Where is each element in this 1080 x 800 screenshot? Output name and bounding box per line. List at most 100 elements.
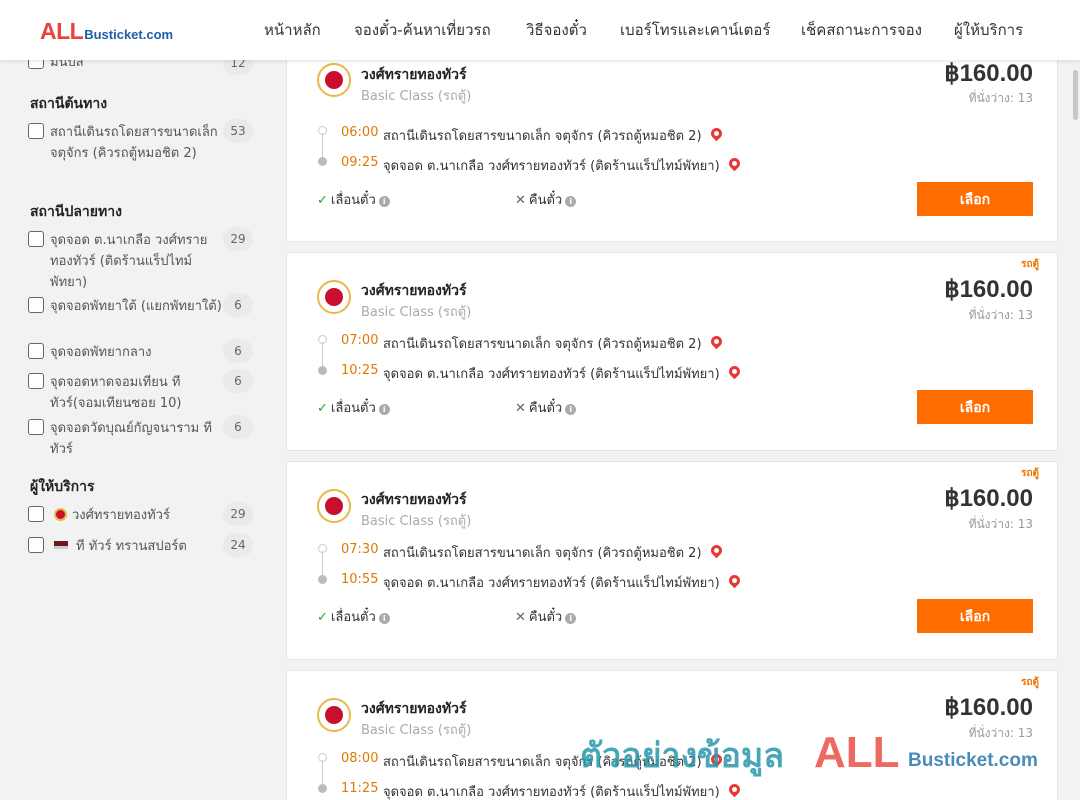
arrival-place-text: จุดจอด ต.นาเกลือ วงศ์ทรายทองทัวร์ (ติดร้… bbox=[383, 576, 720, 591]
operator-logo-icon bbox=[54, 508, 67, 521]
bus-class: Basic Class (รถตู้) bbox=[361, 89, 472, 104]
filter-option-label: ที ทัวร์ ทรานสปอร์ต bbox=[54, 536, 229, 557]
cross-icon: ✕ bbox=[515, 401, 526, 416]
departure-place: สถานีเดินรถโดยสารขนาดเล็ก จตุจักร (คิวรถ… bbox=[383, 333, 724, 354]
filter-count: 53 bbox=[223, 119, 253, 143]
select-trip-button[interactable]: เลือก bbox=[917, 390, 1033, 424]
timeline-line bbox=[322, 133, 323, 160]
nav-how-to-book[interactable]: วิธีจองตั๋ว bbox=[526, 0, 587, 60]
checkbox[interactable] bbox=[28, 373, 44, 389]
checkbox[interactable] bbox=[28, 231, 44, 247]
info-icon[interactable]: i bbox=[565, 404, 577, 415]
cross-icon: ✕ bbox=[515, 610, 526, 625]
filter-option-label: จุดจอดพัทยากลาง bbox=[50, 345, 152, 360]
vehicle-tag: รถตู้ bbox=[1021, 259, 1039, 270]
trip-price: ฿160.00 bbox=[944, 694, 1033, 721]
filter-option-label: วงศ์ทรายทองทัวร์ bbox=[54, 505, 229, 526]
arrival-dot-icon bbox=[318, 157, 327, 166]
filter-option-label: จุดจอดพัทยาใต้ (แยกพัทยาใต้) bbox=[50, 299, 222, 314]
info-icon[interactable]: i bbox=[565, 196, 577, 207]
reschedule-policy: ✓ เลื่อนตั๋ว i bbox=[317, 606, 390, 627]
departure-time: 06:00 bbox=[341, 125, 379, 140]
checkbox[interactable] bbox=[28, 343, 44, 359]
site-logo[interactable]: ALL Busticket.com bbox=[40, 18, 173, 45]
nav-home[interactable]: หน้าหลัก bbox=[264, 0, 321, 60]
trip-card: รถตู้ วงศ์ทรายทองทัวร์ Basic Class (รถตู… bbox=[286, 252, 1058, 451]
map-pin-icon[interactable] bbox=[708, 542, 724, 559]
map-pin-icon[interactable] bbox=[726, 363, 742, 380]
arrival-place: จุดจอด ต.นาเกลือ วงศ์ทรายทองทัวร์ (ติดร้… bbox=[383, 363, 742, 384]
reschedule-policy: ✓ เลื่อนตั๋ว i bbox=[317, 189, 390, 210]
checkbox[interactable] bbox=[28, 297, 44, 313]
arrival-time: 11:25 bbox=[341, 781, 379, 796]
map-pin-icon[interactable] bbox=[726, 155, 742, 172]
nav-booking-search[interactable]: จองตั๋ว-ค้นหาเที่ยวรถ bbox=[354, 0, 491, 60]
info-icon[interactable]: i bbox=[378, 196, 390, 207]
filter-count: 6 bbox=[223, 339, 253, 363]
filter-count: 29 bbox=[223, 502, 253, 526]
departure-place-text: สถานีเดินรถโดยสารขนาดเล็ก จตุจักร (คิวรถ… bbox=[383, 337, 702, 352]
departure-place: สถานีเดินรถโดยสารขนาดเล็ก จตุจักร (คิวรถ… bbox=[383, 751, 724, 772]
map-pin-icon[interactable] bbox=[726, 781, 742, 798]
arrival-place: จุดจอด ต.นาเกลือ วงศ์ทรายทองทัวร์ (ติดร้… bbox=[383, 572, 742, 593]
seats-available: ที่นั่งว่าง: 13 bbox=[968, 308, 1033, 322]
operator-name: วงศ์ทรายทองทัวร์ bbox=[361, 283, 467, 299]
bus-class: Basic Class (รถตู้) bbox=[361, 514, 472, 529]
checkbox[interactable] bbox=[28, 537, 44, 553]
arrival-dot-icon bbox=[318, 366, 327, 375]
seats-available: ที่นั่งว่าง: 13 bbox=[968, 91, 1033, 105]
check-icon: ✓ bbox=[317, 610, 328, 625]
check-icon: ✓ bbox=[317, 193, 328, 208]
checkbox[interactable] bbox=[28, 123, 44, 139]
departure-place: สถานีเดินรถโดยสารขนาดเล็ก จตุจักร (คิวรถ… bbox=[383, 542, 724, 563]
filter-option-label: จุดจอดหาดจอมเทียน ที ทัวร์(จอมเทียนซอย 1… bbox=[50, 375, 182, 411]
departure-place-text: สถานีเดินรถโดยสารขนาดเล็ก จตุจักร (คิวรถ… bbox=[383, 129, 702, 144]
trip-card: วงศ์ทรายทองทัวร์ Basic Class (รถตู้) ฿16… bbox=[286, 52, 1058, 242]
filter-count: 6 bbox=[223, 415, 253, 439]
vehicle-tag: รถตู้ bbox=[1021, 677, 1039, 688]
cross-icon: ✕ bbox=[515, 193, 526, 208]
refund-label: คืนตั๋ว bbox=[528, 401, 563, 416]
bus-class: Basic Class (รถตู้) bbox=[361, 305, 472, 320]
trip-price: ฿160.00 bbox=[944, 276, 1033, 303]
info-icon[interactable]: i bbox=[378, 613, 390, 624]
arrival-place: จุดจอด ต.นาเกลือ วงศ์ทรายทองทัวร์ (ติดร้… bbox=[383, 155, 742, 176]
departure-place-text: สถานีเดินรถโดยสารขนาดเล็ก จตุจักร (คิวรถ… bbox=[383, 755, 702, 770]
timeline-line bbox=[322, 760, 323, 787]
filter-count: 24 bbox=[223, 533, 253, 557]
info-icon[interactable]: i bbox=[378, 404, 390, 415]
nav-operators[interactable]: ผู้ให้บริการ bbox=[954, 0, 1023, 60]
operator-name: ที ทัวร์ ทรานสปอร์ต bbox=[76, 539, 187, 554]
filter-count: 6 bbox=[223, 293, 253, 317]
map-pin-icon[interactable] bbox=[726, 572, 742, 589]
filter-sidebar: มินิบัส 12 สถานีต้นทาง สถานีเดินรถโดยสาร… bbox=[0, 51, 270, 800]
logo-domain-text: Busticket.com bbox=[84, 27, 174, 42]
reschedule-policy: ✓ เลื่อนตั๋ว i bbox=[317, 397, 390, 418]
reschedule-label: เลื่อนตั๋ว bbox=[330, 610, 376, 625]
map-pin-icon[interactable] bbox=[708, 333, 724, 350]
page-scrollbar[interactable] bbox=[1073, 70, 1078, 120]
operator-logo-icon bbox=[317, 698, 351, 732]
operator-logo-icon bbox=[54, 541, 68, 549]
arrival-place-text: จุดจอด ต.นาเกลือ วงศ์ทรายทองทัวร์ (ติดร้… bbox=[383, 785, 720, 800]
refund-label: คืนตั๋ว bbox=[528, 193, 563, 208]
operator-name: วงศ์ทรายทองทัวร์ bbox=[361, 492, 467, 508]
select-trip-button[interactable]: เลือก bbox=[917, 182, 1033, 216]
info-icon[interactable]: i bbox=[565, 613, 577, 624]
map-pin-icon[interactable] bbox=[708, 125, 724, 142]
refund-label: คืนตั๋ว bbox=[528, 610, 563, 625]
map-pin-icon[interactable] bbox=[708, 751, 724, 768]
reschedule-label: เลื่อนตั๋ว bbox=[330, 401, 376, 416]
arrival-time: 10:55 bbox=[341, 572, 379, 587]
checkbox[interactable] bbox=[28, 506, 44, 522]
nav-contacts-counters[interactable]: เบอร์โทรและเคาน์เตอร์ bbox=[620, 0, 770, 60]
nav-check-booking[interactable]: เช็คสถานะการจอง bbox=[801, 0, 922, 60]
top-header: ALL Busticket.com หน้าหลัก จองตั๋ว-ค้นหา… bbox=[0, 0, 1080, 60]
operator-name: วงศ์ทรายทองทัวร์ bbox=[72, 508, 170, 523]
operator-name: วงศ์ทรายทองทัวร์ bbox=[361, 701, 467, 717]
operator-logo-icon bbox=[317, 280, 351, 314]
checkbox[interactable] bbox=[28, 419, 44, 435]
select-trip-button[interactable]: เลือก bbox=[917, 599, 1033, 633]
departure-time: 07:30 bbox=[341, 542, 379, 557]
operator-logo-icon bbox=[317, 63, 351, 97]
